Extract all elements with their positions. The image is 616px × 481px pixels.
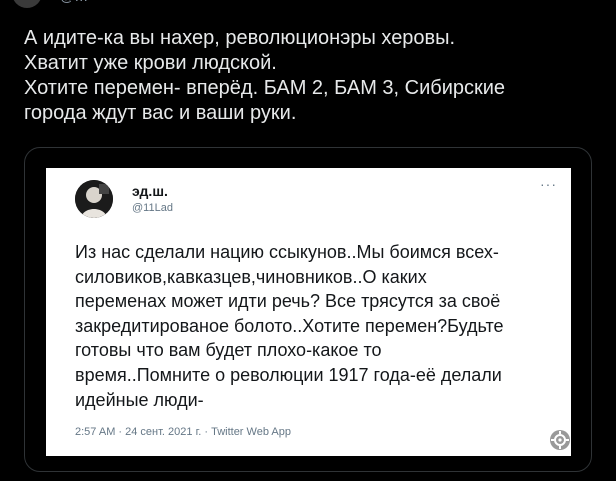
embedded-meta: 2:57 AM · 24 сент. 2021 г. · Twitter Web… — [75, 426, 291, 438]
embedded-body-line: время..Помните о революции 1917 года-её … — [75, 364, 502, 385]
embedded-body-line: силовиков,кавказцев,чиновников..О каких — [75, 266, 427, 287]
more-icon: ··· — [540, 176, 557, 192]
tweet-text-line: А идите-ка вы нахер, революционэры херов… — [24, 27, 456, 49]
embedded-body-line: Из нас сделали нацию ссыкунов..Мы боимся… — [75, 242, 499, 262]
embedded-body-line: закредитированое болото..Хотите перемен?… — [75, 315, 504, 336]
author-avatar[interactable] — [12, 0, 42, 8]
tweet-text-line: города ждут вас и ваши руки. — [24, 102, 297, 124]
gear-icon[interactable] — [549, 429, 571, 451]
embedded-avatar — [75, 180, 113, 218]
tweet-text: А идите-ка вы нахер, революционэры херов… — [24, 26, 599, 126]
tweet-text-line: Хотите перемен- вперёд. БАМ 2, БАМ 3, Си… — [24, 77, 506, 99]
embedded-handle: @11Lad — [132, 202, 173, 214]
tweet-text-line: Хватит уже крови людской. — [24, 52, 277, 74]
embedded-body-line: готовы что вам будет плохо-какое то — [75, 340, 382, 361]
tweet-media-card[interactable]: эд.ш. @11Lad ··· Из нас сделали нацию сс… — [24, 147, 592, 472]
embedded-body-line: переменах может идти речь? Все трясутся … — [75, 291, 501, 312]
embedded-display-name: эд.ш. — [132, 183, 168, 199]
embedded-tweet-body: Из нас сделали нацию ссыкунов..Мы боимся… — [75, 240, 565, 412]
author-handle[interactable]: @… — [60, 0, 88, 4]
embedded-body-line: идейные люди- — [75, 389, 204, 410]
embedded-tweet-screenshot: эд.ш. @11Lad ··· Из нас сделали нацию сс… — [46, 168, 571, 456]
